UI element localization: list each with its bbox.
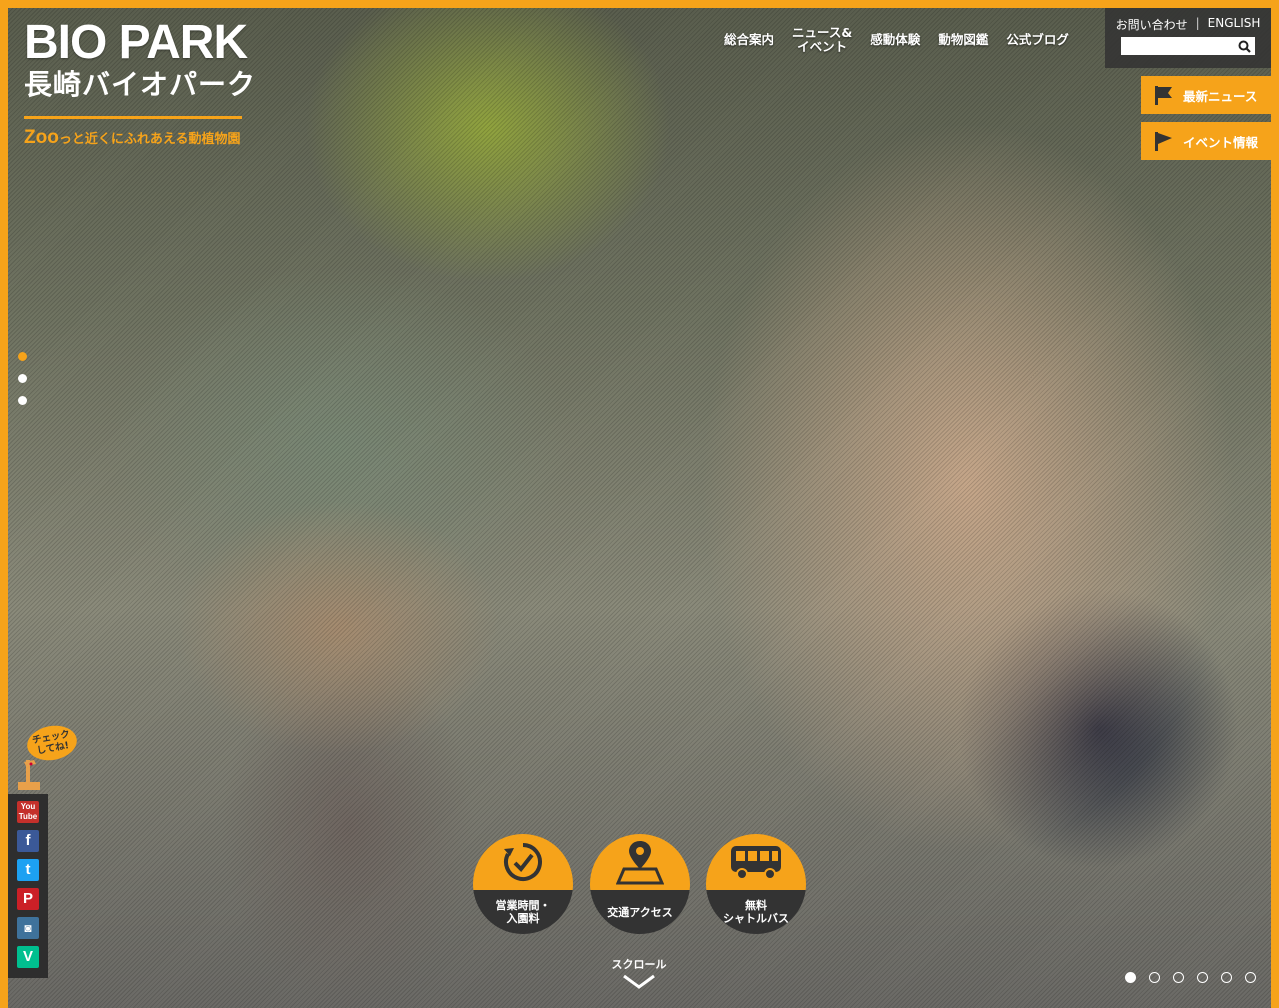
global-nav: 総合案内 ニュース& イベント 感動体験 動物図鑑 公式ブログ: [724, 26, 1087, 54]
event-info-label: イベント情報: [1183, 134, 1259, 150]
hours-fees-button[interactable]: 営業時間・ 入園料: [473, 834, 573, 934]
nav-item-guide[interactable]: 総合案内: [724, 33, 774, 47]
slide-dot[interactable]: [18, 396, 27, 405]
slide-dot[interactable]: [1245, 972, 1256, 983]
logo-english: BIO PARK: [24, 16, 248, 69]
twitter-icon[interactable]: t: [17, 859, 39, 881]
search-box: [1121, 37, 1255, 58]
clock-icon: [504, 843, 542, 881]
utility-box: お問い合わせ | ENGLISH: [1105, 8, 1271, 68]
search-input[interactable]: [1121, 39, 1235, 58]
slide-dot[interactable]: [1221, 972, 1232, 983]
pinterest-icon[interactable]: P: [17, 888, 39, 910]
social-bar: You Tube f t P ◙ V: [8, 794, 48, 978]
logo-divider: [24, 116, 242, 119]
youtube-icon[interactable]: You Tube: [17, 801, 39, 823]
slide-dot[interactable]: [1149, 972, 1160, 983]
site-logo[interactable]: BIO PARK 長崎バイオパーク Zooっと近くにふれあえる動植物園: [24, 16, 257, 149]
vine-icon[interactable]: V: [17, 946, 39, 968]
flag-icon: [1155, 86, 1172, 105]
giraffe-icon: [18, 760, 40, 790]
english-link[interactable]: ENGLISH: [1208, 16, 1261, 33]
nav-item-news-events[interactable]: ニュース& イベント: [792, 26, 852, 54]
slide-dot[interactable]: [18, 352, 27, 361]
scroll-button[interactable]: スクロール: [606, 956, 672, 993]
slide-dot[interactable]: [1173, 972, 1184, 983]
nav-item-animal-guide[interactable]: 動物図鑑: [938, 33, 988, 47]
search-icon: [1238, 40, 1251, 53]
slide-indicator-horizontal: [1125, 972, 1256, 983]
tagline-zoo: Zoo: [24, 127, 59, 148]
pennant-icon: [1155, 132, 1172, 151]
search-button[interactable]: [1233, 37, 1255, 55]
latest-news-label: 最新ニュース: [1183, 88, 1258, 104]
bus-icon: [731, 846, 781, 880]
instagram-icon[interactable]: ◙: [17, 917, 39, 939]
slide-indicator-vertical: [18, 352, 27, 418]
logo-japanese: 長崎バイオパーク: [24, 68, 257, 101]
access-button[interactable]: 交通アクセス: [590, 834, 690, 934]
utility-separator: |: [1195, 16, 1200, 30]
latest-news-button[interactable]: 最新ニュース: [1141, 76, 1271, 114]
nav-item-experience[interactable]: 感動体験: [870, 33, 920, 47]
map-pin-icon: [616, 841, 664, 885]
slide-dot[interactable]: [1197, 972, 1208, 983]
event-info-button[interactable]: イベント情報: [1141, 122, 1271, 160]
slide-dot[interactable]: [1125, 972, 1136, 983]
facebook-icon[interactable]: f: [17, 830, 39, 852]
nav-item-blog[interactable]: 公式ブログ: [1006, 33, 1069, 47]
tagline: Zooっと近くにふれあえる動植物園: [24, 127, 256, 149]
tagline-text: っと近くにふれあえる動植物園: [58, 132, 241, 147]
slide-dot[interactable]: [18, 374, 27, 383]
scroll-label: スクロール: [611, 958, 667, 971]
chevron-down-icon: [623, 974, 655, 989]
contact-link[interactable]: お問い合わせ: [1116, 16, 1188, 33]
shuttle-bus-button[interactable]: 無料 シャトルバス: [706, 834, 806, 934]
